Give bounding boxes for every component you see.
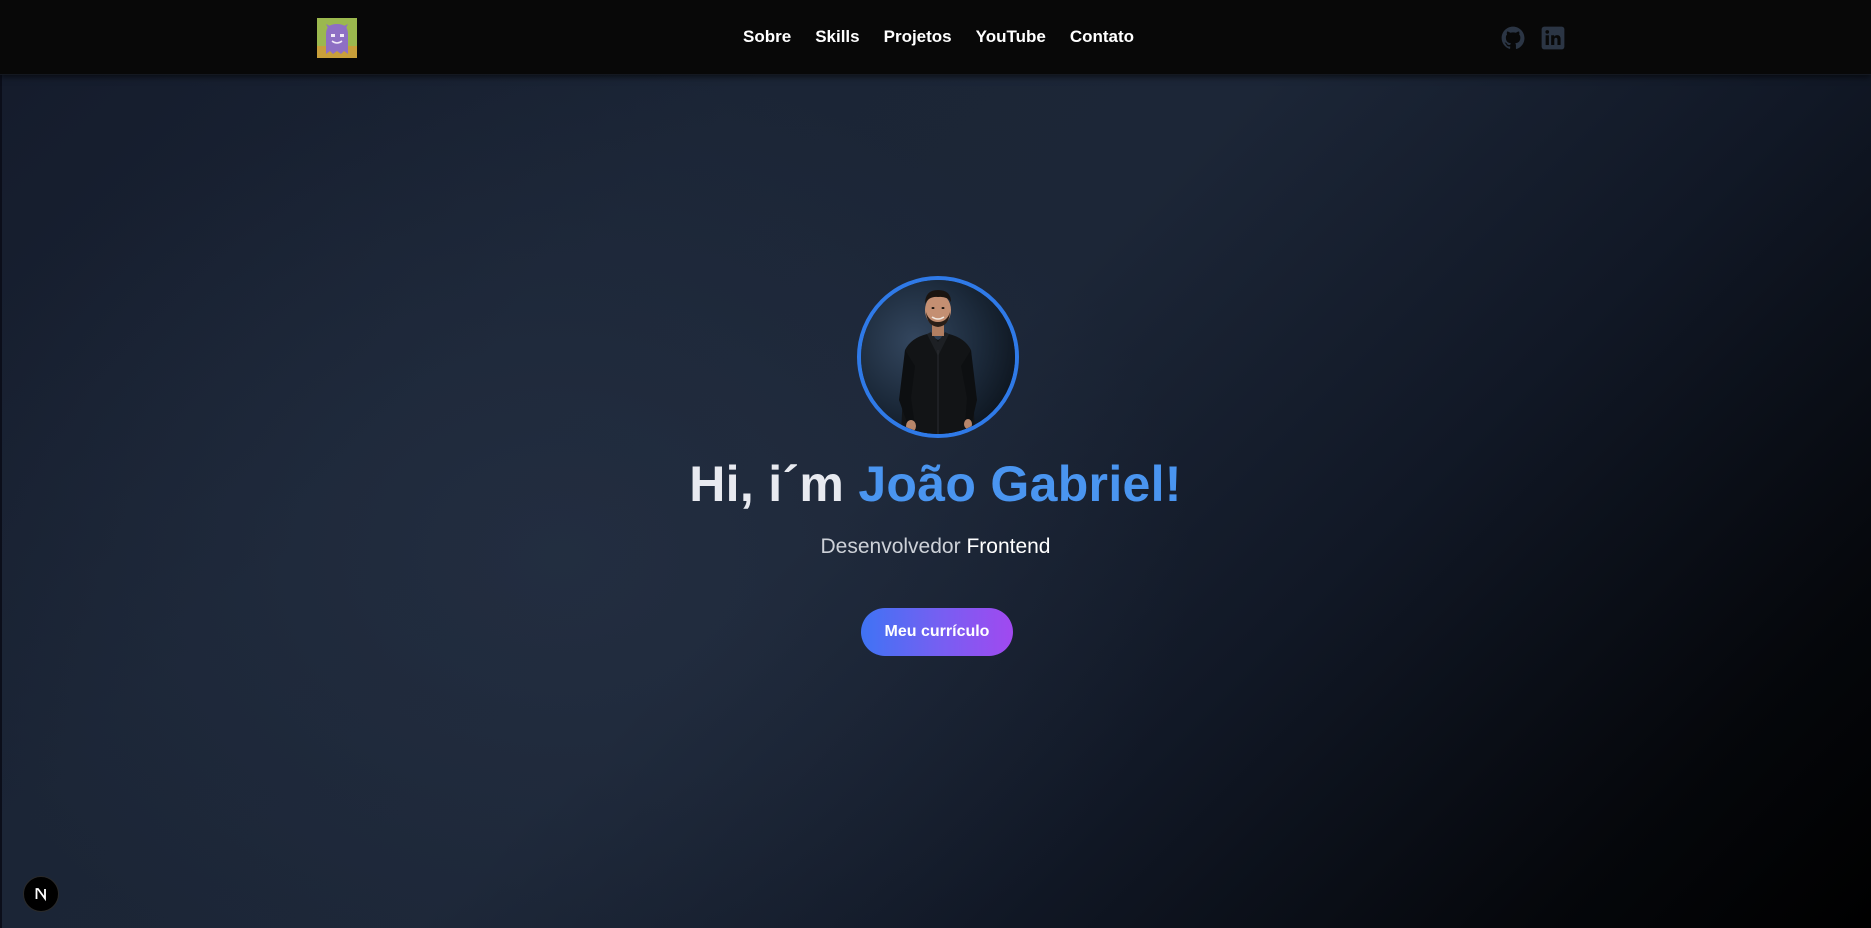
- profile-photo: [857, 276, 1019, 438]
- hero-subtitle: Desenvolvedor Frontend: [0, 534, 1871, 560]
- linkedin-icon: [1541, 26, 1565, 50]
- nav-link-skills[interactable]: Skills: [815, 27, 859, 47]
- site-header: Sobre Skills Projetos YouTube Contato: [0, 0, 1871, 75]
- github-link[interactable]: [1500, 25, 1526, 51]
- nav-link-contato[interactable]: Contato: [1070, 27, 1134, 47]
- nav-link-projetos[interactable]: Projetos: [884, 27, 952, 47]
- nextjs-dev-badge[interactable]: [23, 876, 59, 912]
- linkedin-link[interactable]: [1540, 25, 1566, 51]
- hero-name: João Gabriel!: [858, 456, 1182, 512]
- page: Sobre Skills Projetos YouTube Contato Hi…: [0, 0, 1871, 928]
- nav-link-sobre[interactable]: Sobre: [743, 27, 791, 47]
- hero-greeting: Hi, i´m: [689, 456, 845, 512]
- main-nav: Sobre Skills Projetos YouTube Contato: [743, 27, 1134, 47]
- nav-link-youtube[interactable]: YouTube: [976, 27, 1046, 47]
- resume-button[interactable]: Meu currículo: [861, 608, 1013, 656]
- hero-headline: Hi, i´m João Gabriel!: [0, 452, 1871, 516]
- role-prefix: Desenvolvedor: [820, 535, 961, 558]
- nextjs-logo-icon: [35, 888, 46, 902]
- ghost-mascot-icon: [317, 18, 357, 58]
- role-strong: Frontend: [966, 535, 1051, 558]
- site-logo[interactable]: [317, 18, 357, 58]
- profile-person-image: [861, 280, 1015, 434]
- github-icon: [1501, 26, 1525, 49]
